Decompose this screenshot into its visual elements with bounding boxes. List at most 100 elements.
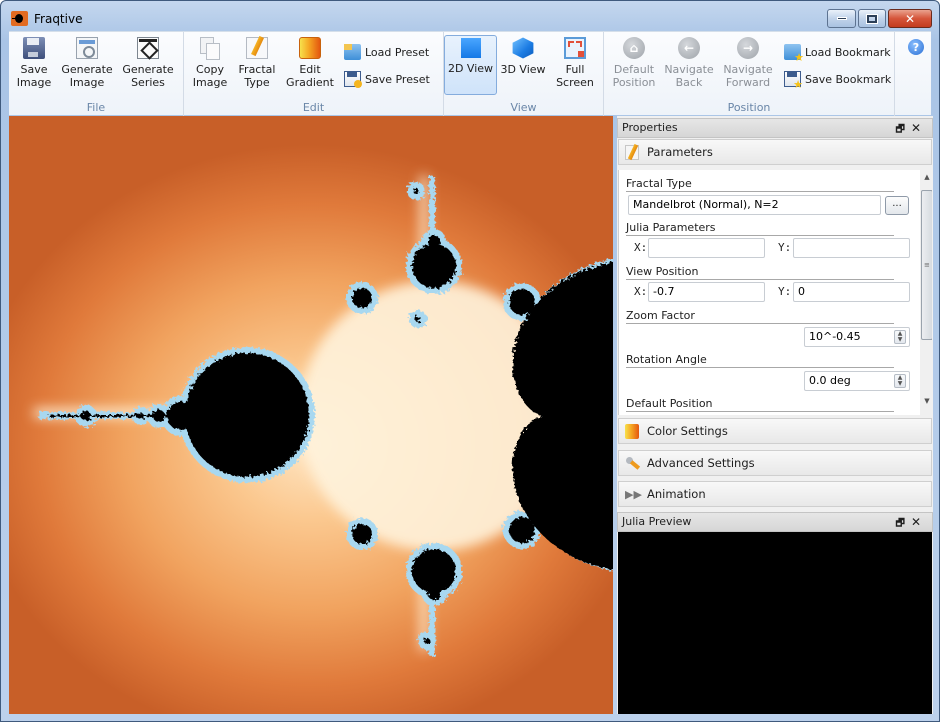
bottom-bulb	[412, 549, 456, 593]
fractal-type-label-1: Fractal	[238, 63, 276, 76]
maximize-button[interactable]	[858, 9, 886, 28]
load-bookmark-button[interactable]: Load Bookmark	[784, 42, 891, 64]
view-x-label: X:	[634, 285, 648, 298]
antenna	[49, 415, 179, 417]
section-parameters-label: Parameters	[647, 145, 713, 159]
bottom-antenna-bulb	[428, 588, 440, 600]
ribbon-toolbar: Save Image Generate Image Generate Serie…	[9, 31, 931, 116]
ribbon-group-label-position: Position	[727, 101, 771, 114]
zoom-spin-arrows-icon[interactable]: ▲ ▼	[894, 330, 906, 344]
ribbon-group-file: Save Image Generate Image Generate Serie…	[9, 32, 184, 116]
cube-3d-icon	[512, 37, 534, 59]
load-bookmark-label: Load Bookmark	[805, 45, 891, 59]
parameters-panel: Fractal Type Mandelbrot (Normal), N=2 ..…	[618, 170, 932, 415]
3d-view-button[interactable]: 3D View	[500, 35, 546, 97]
zoom-factor-value: 10^-0.45	[809, 330, 861, 343]
generate-image-button[interactable]: Generate Image	[59, 35, 115, 97]
close-dock-icon[interactable]: ✕	[911, 121, 927, 135]
full-screen-button[interactable]: Full Screen	[550, 35, 600, 97]
fullscreen-icon	[564, 37, 586, 59]
julia-preview-dock-title: Julia Preview 🗗✕	[617, 512, 933, 532]
scroll-down-icon[interactable]: ▼	[920, 394, 932, 408]
2d-view-label: 2D View	[447, 62, 494, 75]
save-image-label-2: Image	[16, 76, 52, 89]
generate-series-label-2: Series	[131, 76, 165, 89]
gradient-icon	[625, 423, 639, 439]
spin-down-icon[interactable]: ▼	[898, 380, 903, 387]
title-bar[interactable]: Fraqtive ✕	[1, 1, 939, 31]
ribbon-group-label-view: View	[510, 101, 537, 114]
bottom-minibrot	[424, 638, 430, 644]
pencil-icon	[246, 37, 268, 59]
ribbon-group-label-edit: Edit	[302, 101, 325, 114]
fractal-view-canvas[interactable]	[9, 116, 613, 714]
close-button[interactable]: ✕	[888, 9, 932, 28]
close-icon: ✕	[904, 11, 916, 26]
save-preset-button[interactable]: Save Preset	[344, 69, 430, 89]
view-y-input[interactable]: 0	[793, 282, 910, 302]
app-logo-icon	[11, 11, 28, 26]
save-bookmark-button[interactable]: Save Bookmark	[784, 69, 892, 91]
section-parameters[interactable]: Parameters	[618, 139, 932, 165]
julia-dock-controls: 🗗✕	[896, 513, 927, 533]
save-bookmark-label: Save Bookmark	[805, 72, 892, 86]
home-glyph: ⌂	[629, 40, 639, 55]
top-minibrot	[413, 188, 419, 194]
app-window: Fraqtive ✕ Save Image Generate Image Gen…	[0, 0, 940, 722]
generate-series-button[interactable]: Generate Series	[119, 35, 177, 97]
section-animation[interactable]: ▶▶ Animation	[618, 481, 932, 507]
navigate-forward-button[interactable]: → Navigate Forward	[720, 35, 776, 97]
wrench-icon	[625, 456, 639, 471]
julia-y-label: Y:	[778, 241, 792, 254]
load-preset-label: Load Preset	[365, 45, 430, 59]
spin-down-icon[interactable]: ▼	[898, 336, 903, 343]
ribbon-group-view: 2D View 3D View Full Screen View	[444, 32, 604, 116]
julia-parameters-label: Julia Parameters	[626, 220, 894, 236]
mandelbrot-render	[34, 176, 613, 656]
rotation-angle-label: Rotation Angle	[626, 352, 894, 368]
generate-image-label-1: Generate	[61, 63, 113, 76]
period2-bulb	[185, 353, 309, 477]
minimize-button[interactable]	[827, 9, 856, 28]
help-icon[interactable]: ?	[908, 39, 924, 55]
view-x-input[interactable]: -0.7	[648, 282, 765, 302]
section-advanced-settings[interactable]: Advanced Settings	[618, 450, 932, 476]
floppy-icon	[23, 37, 45, 59]
julia-x-label: X:	[634, 241, 648, 254]
fractal-type-browse-button[interactable]: ...	[885, 196, 909, 215]
load-preset-button[interactable]: Load Preset	[344, 42, 429, 62]
generate-image-label-2: Image	[69, 76, 105, 89]
default-position-button[interactable]: ⌂ Default Position	[610, 35, 658, 97]
upper-left-bulb	[352, 288, 372, 308]
generate-series-icon	[137, 37, 159, 59]
julia-x-input[interactable]	[648, 238, 765, 258]
zoom-factor-spinbox[interactable]: 10^-0.45 ▲ ▼	[804, 327, 910, 347]
save-image-button[interactable]: Save Image	[13, 35, 55, 97]
2d-view-button[interactable]: 2D View	[444, 35, 497, 95]
copy-image-button[interactable]: Copy Image	[188, 35, 232, 97]
scrollbar-thumb[interactable]: ≡	[921, 190, 932, 340]
julia-y-input[interactable]	[793, 238, 910, 258]
copy-image-label-2: Image	[192, 76, 228, 89]
properties-title: Properties	[622, 121, 678, 134]
rotation-angle-spinbox[interactable]: 0.0 deg ▲ ▼	[804, 371, 910, 391]
float-icon[interactable]: 🗗	[896, 518, 911, 529]
scroll-grip-icon: ≡	[924, 261, 930, 269]
rotation-spin-arrows-icon[interactable]: ▲ ▼	[894, 374, 906, 388]
navigate-back-button[interactable]: ← Navigate Back	[662, 35, 716, 97]
edit-gradient-label-1: Edit	[299, 63, 321, 76]
julia-preview-canvas[interactable]	[618, 532, 932, 714]
close-dock-icon[interactable]: ✕	[911, 515, 927, 529]
maximize-icon	[866, 13, 878, 24]
load-bookmark-icon	[784, 44, 804, 64]
float-icon[interactable]: 🗗	[896, 124, 911, 135]
scroll-up-icon[interactable]: ▲	[920, 170, 932, 184]
square-2d-icon	[460, 38, 481, 58]
view-y-label: Y:	[778, 285, 792, 298]
parameters-scrollbar[interactable]: ▲ ≡ ▼	[920, 170, 932, 415]
save-image-label-1: Save	[20, 63, 48, 76]
edit-gradient-button[interactable]: Edit Gradient	[284, 35, 336, 97]
fractal-type-field[interactable]: Mandelbrot (Normal), N=2	[628, 195, 881, 215]
section-color-settings[interactable]: Color Settings	[618, 418, 932, 444]
fractal-type-button[interactable]: Fractal Type	[234, 35, 280, 97]
